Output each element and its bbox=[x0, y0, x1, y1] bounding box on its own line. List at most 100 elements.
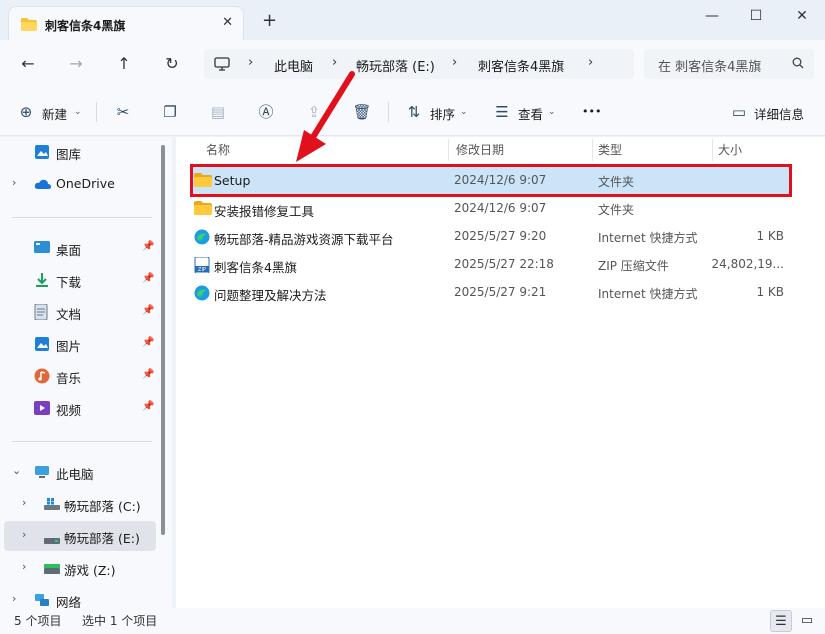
pin-icon[interactable]: 📌 bbox=[142, 273, 154, 284]
sidebar-item-downloads[interactable]: 下载 📌 bbox=[4, 265, 156, 295]
window-tab[interactable]: 刺客信条4黑旗 ✕ bbox=[8, 6, 244, 40]
column-divider[interactable] bbox=[448, 139, 449, 161]
chevron-down-icon[interactable]: ⌄ bbox=[460, 107, 468, 117]
column-divider[interactable] bbox=[592, 139, 593, 161]
breadcrumb-chevron-icon[interactable]: › bbox=[248, 55, 253, 70]
new-tab-button[interactable]: + bbox=[262, 12, 277, 30]
pin-icon[interactable]: 📌 bbox=[142, 401, 154, 412]
view-icon[interactable]: ☰ bbox=[492, 102, 512, 122]
file-date: 2024/12/6 9:07 bbox=[454, 201, 547, 215]
plus-circle-icon[interactable]: ⊕ bbox=[16, 102, 36, 122]
drive-icon bbox=[44, 563, 60, 577]
breadcrumb-drive-e[interactable]: 畅玩部落 (E:) bbox=[356, 56, 435, 75]
sidebar-item-drive-e[interactable]: › 畅玩部落 (E:) bbox=[4, 521, 156, 551]
details-view-icon[interactable]: ☰ bbox=[770, 610, 792, 632]
pin-icon[interactable]: 📌 bbox=[142, 369, 154, 380]
computer-icon bbox=[34, 464, 50, 483]
desktop-icon bbox=[34, 240, 50, 257]
sidebar-item-network[interactable]: › 网络 bbox=[4, 585, 156, 608]
file-row-download-platform[interactable]: 畅玩部落-精品游戏资源下载平台 2025/5/27 9:20 Internet … bbox=[190, 223, 790, 251]
cut-icon[interactable]: ✂ bbox=[113, 102, 133, 122]
pin-icon[interactable]: 📌 bbox=[142, 337, 154, 348]
breadcrumb-current-folder[interactable]: 刺客信条4黑旗 bbox=[478, 56, 564, 75]
sidebar-item-music[interactable]: 音乐 📌 bbox=[4, 361, 156, 391]
sidebar-item-this-pc[interactable]: ⌄ 此电脑 bbox=[4, 457, 156, 487]
divider bbox=[12, 217, 152, 218]
column-header-size[interactable]: 大小 bbox=[718, 141, 742, 158]
navigation-bar: ← → ↑ ↻ › 此电脑 › 畅玩部落 (E:) › 刺客信条4黑旗 › 在 … bbox=[0, 40, 825, 88]
back-arrow-icon[interactable]: ← bbox=[16, 52, 40, 76]
sidebar-item-label: 游戏 (Z:) bbox=[64, 563, 116, 578]
close-tab-icon[interactable]: ✕ bbox=[222, 15, 233, 30]
column-divider[interactable] bbox=[712, 139, 713, 161]
refresh-icon[interactable]: ↻ bbox=[160, 52, 184, 76]
file-size: 1 KB bbox=[756, 229, 784, 243]
sidebar-item-desktop[interactable]: 桌面 📌 bbox=[4, 233, 156, 263]
file-name: 畅玩部落-精品游戏资源下载平台 bbox=[214, 232, 394, 247]
sidebar-item-documents[interactable]: 文档 📌 bbox=[4, 297, 156, 327]
forward-arrow-icon[interactable]: → bbox=[64, 52, 88, 76]
sidebar-item-onedrive[interactable]: › OneDrive bbox=[4, 169, 156, 199]
breadcrumb-chevron-icon[interactable]: › bbox=[452, 55, 457, 70]
sidebar-item-drive-z[interactable]: › 游戏 (Z:) bbox=[4, 553, 156, 583]
chevron-down-icon[interactable]: ⌄ bbox=[548, 107, 556, 117]
details-button[interactable]: 详细信息 bbox=[754, 104, 804, 123]
file-type: 文件夹 bbox=[598, 203, 635, 217]
navigation-pane: 图库 › OneDrive 桌面 📌 下载 📌 文档 📌 图片 📌 音乐 📌 视… bbox=[0, 137, 172, 608]
sidebar-item-videos[interactable]: 视频 📌 bbox=[4, 393, 156, 423]
chevron-right-icon[interactable]: › bbox=[22, 528, 26, 541]
sort-icon[interactable]: ⇅ bbox=[404, 102, 424, 122]
column-header-modified[interactable]: 修改日期 bbox=[456, 141, 504, 158]
folder-icon bbox=[21, 18, 37, 34]
up-arrow-icon[interactable]: ↑ bbox=[112, 52, 136, 76]
computer-icon bbox=[214, 56, 230, 75]
sidebar-item-label: 下载 bbox=[56, 275, 82, 290]
file-size: 1 KB bbox=[756, 285, 784, 299]
rename-icon[interactable]: Ⓐ bbox=[256, 102, 276, 122]
sidebar-item-gallery[interactable]: 图库 bbox=[4, 137, 156, 167]
file-row-repair-tool[interactable]: 安装报错修复工具 2024/12/6 9:07 文件夹 bbox=[190, 195, 790, 223]
maximize-button[interactable]: ☐ bbox=[736, 6, 776, 26]
breadcrumb-chevron-icon[interactable]: › bbox=[588, 55, 593, 70]
annotation-arrow-icon bbox=[296, 71, 355, 162]
chevron-right-icon[interactable]: › bbox=[22, 560, 26, 573]
details-pane-icon[interactable]: ▭ bbox=[729, 102, 749, 122]
download-icon bbox=[34, 272, 50, 291]
file-row-zip-archive[interactable]: ZIP 刺客信条4黑旗 2025/5/27 22:18 ZIP 压缩文件 24,… bbox=[190, 251, 790, 279]
file-row-faq[interactable]: 问题整理及解决方法 2025/5/27 9:21 Internet 快捷方式 1… bbox=[190, 279, 790, 307]
sidebar-item-pictures[interactable]: 图片 📌 bbox=[4, 329, 156, 359]
music-icon bbox=[34, 368, 50, 387]
network-icon bbox=[34, 592, 50, 608]
pictures-icon bbox=[34, 336, 50, 355]
search-icon bbox=[792, 57, 804, 72]
chevron-right-icon[interactable]: › bbox=[12, 176, 16, 189]
pin-icon[interactable]: 📌 bbox=[142, 241, 154, 252]
close-window-button[interactable]: ✕ bbox=[782, 6, 822, 26]
column-header-name[interactable]: 名称 bbox=[206, 141, 230, 158]
column-header-type[interactable]: 类型 bbox=[598, 141, 622, 158]
tab-title: 刺客信条4黑旗 bbox=[45, 19, 126, 33]
command-bar: ⊕ 新建 ⌄ ✂ ❐ ▤ Ⓐ ⇪ 🗑 ⇅ 排序 ⌄ ☰ 查看 ⌄ ••• ▭ 详… bbox=[0, 88, 825, 136]
sort-button[interactable]: 排序 bbox=[430, 104, 455, 123]
breadcrumb-chevron-icon[interactable]: › bbox=[332, 55, 337, 70]
file-type: Internet 快捷方式 bbox=[598, 287, 698, 301]
view-button[interactable]: 查看 bbox=[518, 104, 543, 123]
more-options-button[interactable]: ••• bbox=[582, 105, 601, 118]
copy-icon[interactable]: ❐ bbox=[160, 102, 180, 122]
file-name: 问题整理及解决方法 bbox=[214, 288, 327, 303]
sidebar-scrollbar[interactable] bbox=[161, 145, 165, 535]
chevron-down-icon[interactable]: ⌄ bbox=[74, 107, 82, 117]
chevron-right-icon[interactable]: › bbox=[22, 496, 26, 509]
search-input[interactable]: 在 刺客信条4黑旗 bbox=[644, 49, 814, 79]
tiles-view-icon[interactable]: ▭ bbox=[796, 610, 818, 632]
sidebar-item-drive-c[interactable]: › 畅玩部落 (C:) bbox=[4, 489, 156, 519]
paste-icon[interactable]: ▤ bbox=[208, 102, 228, 122]
minimize-button[interactable]: — bbox=[692, 6, 732, 26]
pin-icon[interactable]: 📌 bbox=[142, 305, 154, 316]
zip-icon: ZIP bbox=[194, 256, 210, 276]
address-bar[interactable]: › 此电脑 › 畅玩部落 (E:) › 刺客信条4黑旗 › bbox=[204, 49, 634, 79]
new-button[interactable]: 新建 bbox=[42, 104, 67, 123]
chevron-down-icon[interactable]: ⌄ bbox=[12, 464, 21, 477]
chevron-right-icon[interactable]: › bbox=[12, 592, 16, 605]
sidebar-item-label: 图片 bbox=[56, 339, 82, 354]
